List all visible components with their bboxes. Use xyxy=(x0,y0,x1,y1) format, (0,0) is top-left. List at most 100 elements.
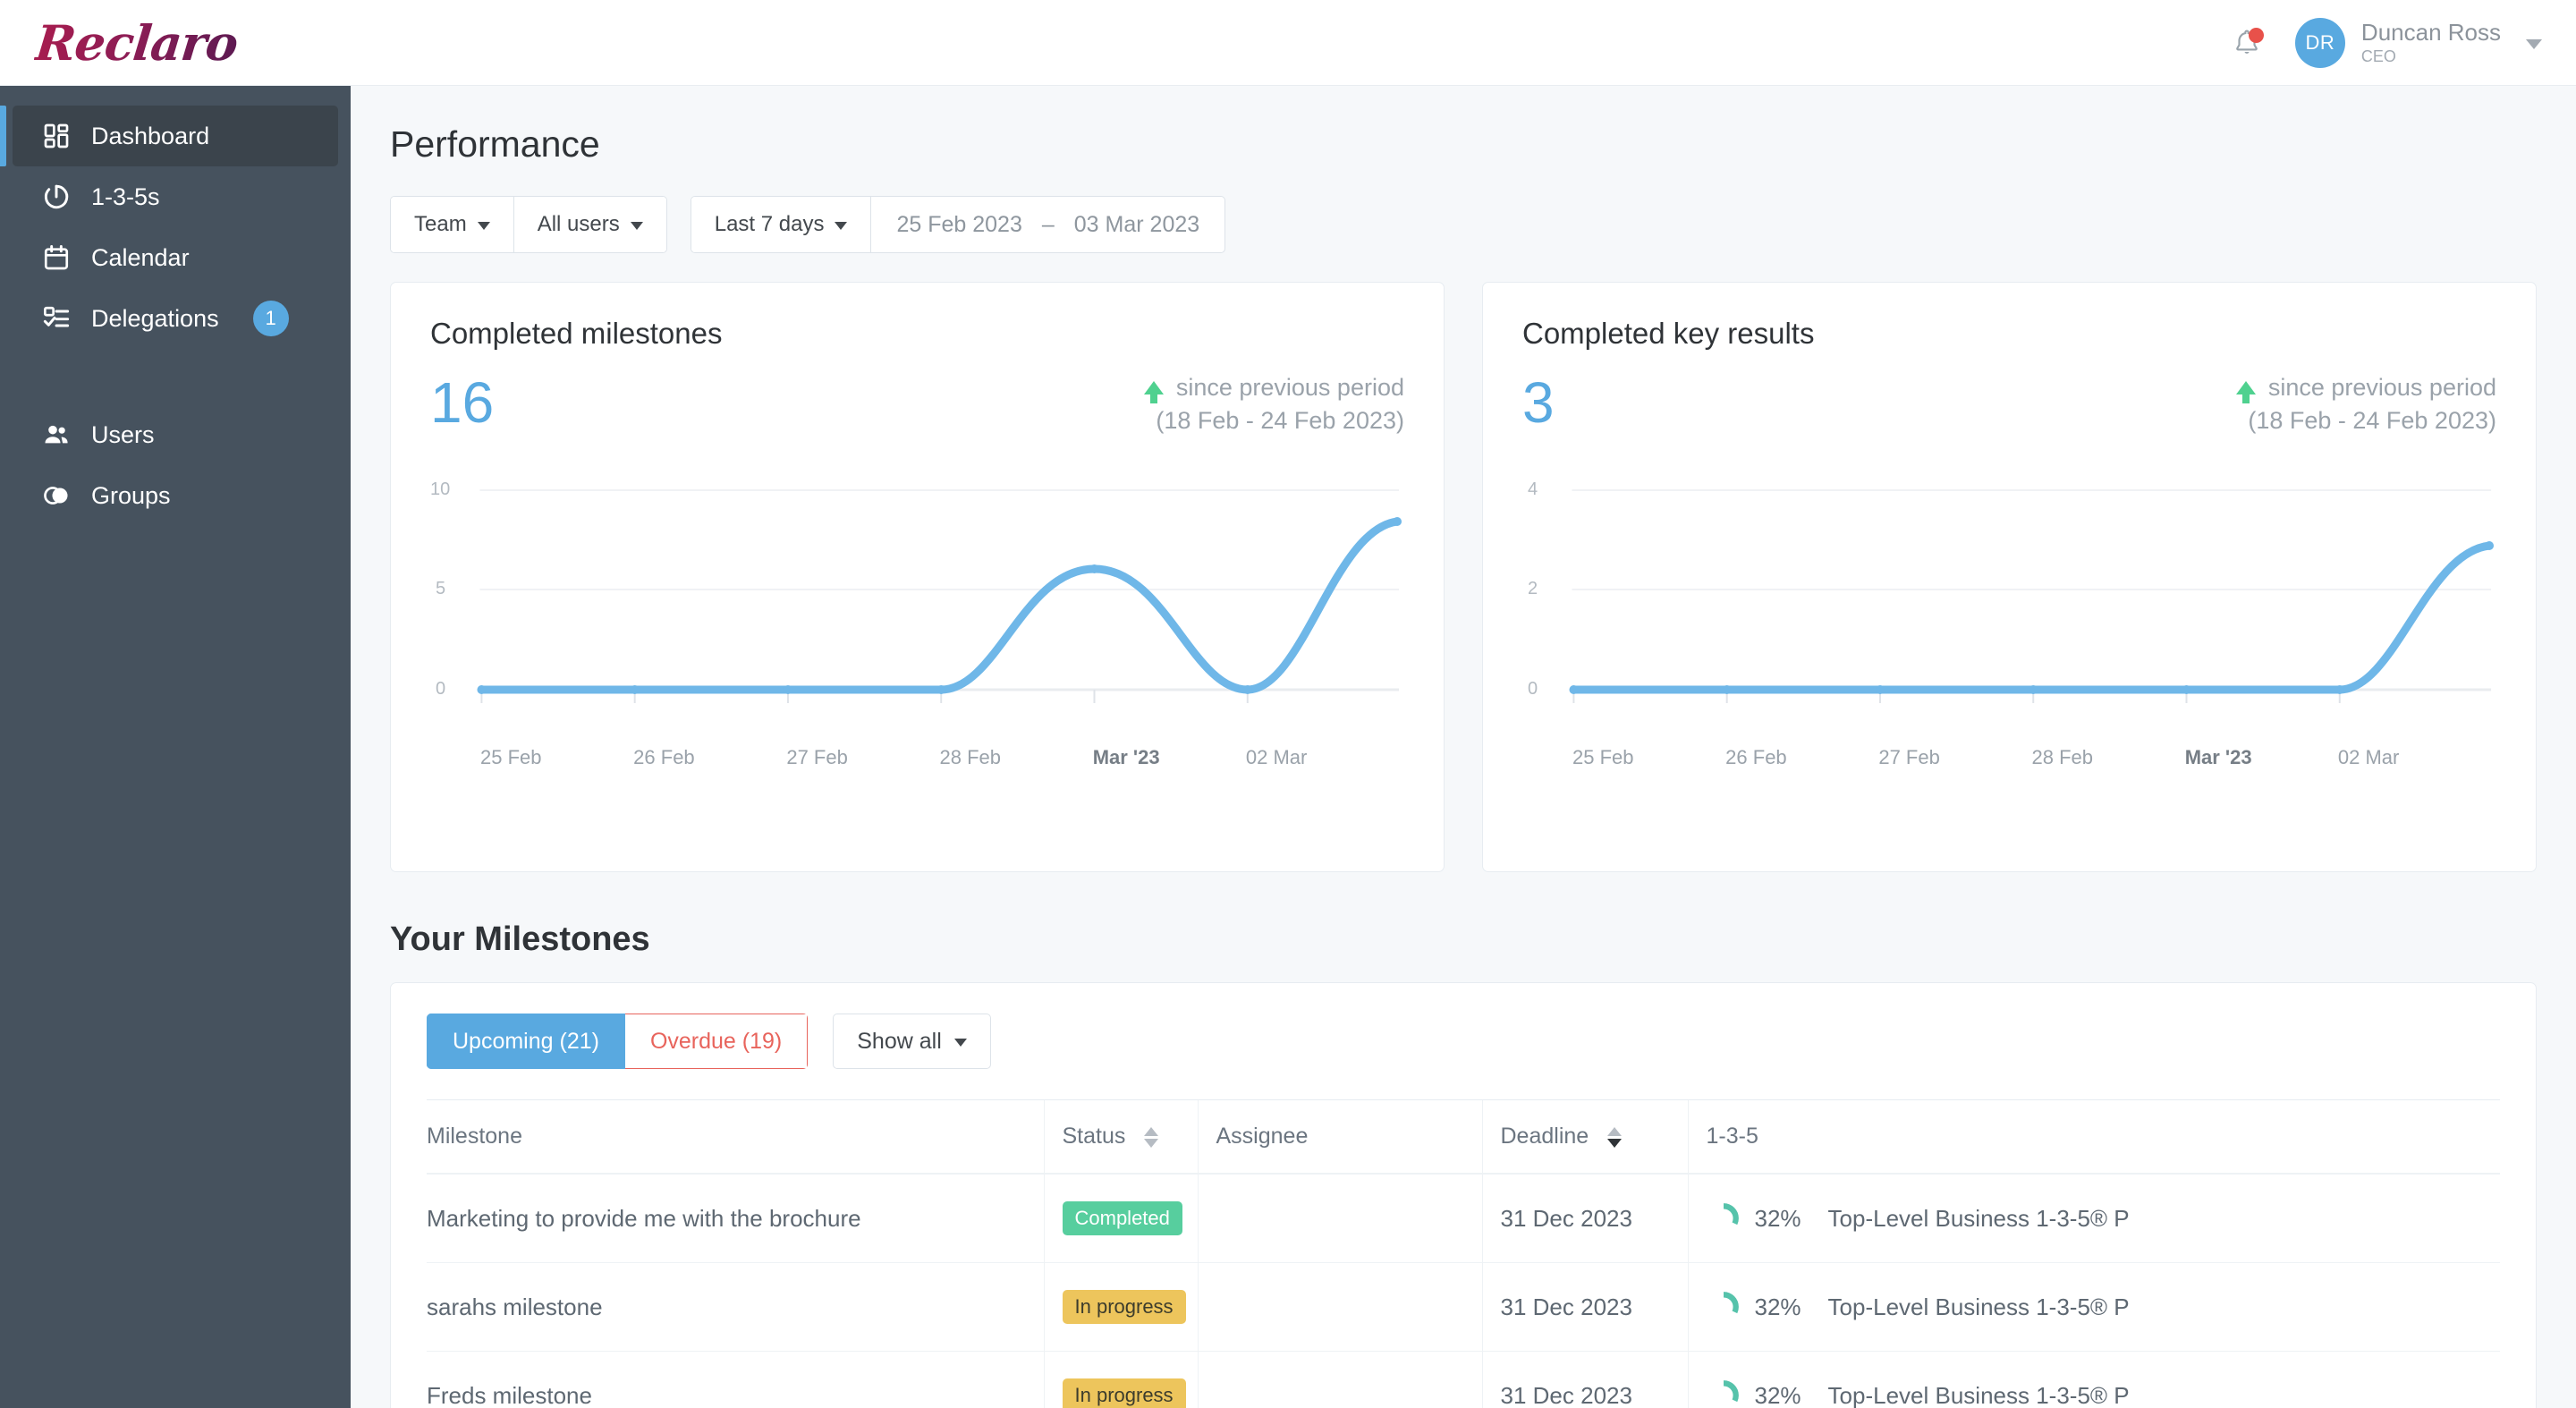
cell-assignee xyxy=(1197,1262,1482,1352)
sort-toggle-status[interactable] xyxy=(1144,1126,1159,1148)
cell-one35: 32% Top-Level Business 1-3-5® P xyxy=(1687,1262,2500,1352)
y-tick-label: 0 xyxy=(1528,679,1538,699)
progress-circle-icon xyxy=(41,182,72,212)
tab-upcoming[interactable]: Upcoming (21) xyxy=(427,1014,625,1069)
chevron-down-icon xyxy=(835,222,848,230)
user-menu[interactable]: DR Duncan Ross CEO xyxy=(2294,17,2542,68)
team-filter-button[interactable]: Team xyxy=(391,197,514,252)
filter-bar: Team All users Last 7 days 25 Feb 2023 –… xyxy=(390,196,2537,253)
header-right-cluster: DR Duncan Ross CEO xyxy=(2227,17,2576,68)
card-value: 3 xyxy=(1522,370,1555,435)
user-identity: Duncan Ross CEO xyxy=(2360,19,2501,65)
app-logo[interactable]: Reclaro xyxy=(33,14,241,72)
users-filter-button[interactable]: All users xyxy=(513,197,666,252)
chart-completed-milestones: 10 5 0 25 Feb 26 Feb 27 Feb 28 Feb Mar '… xyxy=(430,479,1404,805)
notification-dot xyxy=(2248,27,2264,43)
cell-milestone-name: Freds milestone xyxy=(427,1351,1044,1408)
x-tick-label: 26 Feb xyxy=(633,746,695,768)
cell-status: In progress xyxy=(1043,1262,1198,1352)
card-completed-milestones: Completed milestones 16 since previous p… xyxy=(390,282,1445,872)
sidebar-item-label: Dashboard xyxy=(91,122,210,149)
progress-percent: 32% xyxy=(1754,1204,1801,1232)
chevron-down-icon[interactable] xyxy=(2526,39,2542,49)
x-tick-label: 27 Feb xyxy=(1878,746,1940,768)
x-tick-label: Mar '23 xyxy=(2184,746,2252,768)
tab-overdue[interactable]: Overdue (19) xyxy=(624,1014,809,1069)
sidebar-item-label: Groups xyxy=(91,481,171,509)
trend-label: since previous period xyxy=(1175,374,1404,401)
section-title-milestones: Your Milestones xyxy=(390,920,650,958)
groups-icon xyxy=(41,480,72,511)
chart-plot-area xyxy=(1569,489,2495,703)
column-header-deadline[interactable]: Deadline xyxy=(1481,1099,1688,1175)
main-content: Performance Team All users Last 7 days 2… xyxy=(351,86,2576,1408)
kpi-card-row: Completed milestones 16 since previous p… xyxy=(390,282,2537,872)
date-filter-group: Last 7 days 25 Feb 2023 – 03 Mar 2023 xyxy=(690,196,1226,253)
table-row[interactable]: Freds milestone In progress 31 Dec 2023 … xyxy=(427,1351,2500,1408)
page-title: Performance xyxy=(390,123,600,165)
trend-period: (18 Feb - 24 Feb 2023) xyxy=(1156,407,1404,434)
x-tick-label: 02 Mar xyxy=(2337,746,2400,768)
milestones-table: Milestone Status Assignee Deadline 1-3-5… xyxy=(427,1099,2500,1408)
chart-completed-key-results: 4 2 0 25 Feb 26 Feb 27 Feb 28 Feb Mar '2… xyxy=(1522,479,2496,805)
progress-percent: 32% xyxy=(1754,1381,1801,1408)
cell-deadline: 31 Dec 2023 xyxy=(1481,1351,1688,1408)
sidebar-divider-space xyxy=(0,349,351,404)
avatar: DR xyxy=(2294,17,2345,68)
date-to: 03 Mar 2023 xyxy=(1073,211,1200,237)
column-label: Status xyxy=(1062,1124,1126,1149)
trend-up-arrow-icon xyxy=(2235,381,2256,403)
cell-one35: 32% Top-Level Business 1-3-5® P xyxy=(1687,1351,2500,1408)
sidebar-item-delegations[interactable]: Delegations 1 xyxy=(13,288,338,349)
y-tick-label: 2 xyxy=(1528,579,1538,598)
progress-percent: 32% xyxy=(1754,1293,1801,1320)
logo-area[interactable]: Reclaro xyxy=(0,0,351,86)
cell-one35: 32% Top-Level Business 1-3-5® P xyxy=(1687,1174,2500,1263)
date-range-display[interactable]: 25 Feb 2023 – 03 Mar 2023 xyxy=(871,197,1224,252)
date-separator: – xyxy=(1041,211,1055,237)
card-metric-row: 16 since previous period (18 Feb - 24 Fe… xyxy=(430,374,1404,435)
card-title: Completed key results xyxy=(1522,317,1815,350)
cell-assignee xyxy=(1197,1174,1482,1263)
card-value: 16 xyxy=(430,370,495,435)
user-role: CEO xyxy=(2360,47,2396,65)
chevron-down-icon xyxy=(630,222,643,230)
notifications-button[interactable] xyxy=(2227,23,2267,63)
status-badge: In progress xyxy=(1062,1290,1186,1324)
progress-donut-icon xyxy=(1707,1380,1739,1408)
x-tick-label: 28 Feb xyxy=(2031,746,2094,768)
dashboard-grid-icon xyxy=(41,121,72,151)
card-trend: since previous period (18 Feb - 24 Feb 2… xyxy=(2235,374,2496,435)
sidebar-item-groups[interactable]: Groups xyxy=(13,465,338,526)
chevron-down-icon xyxy=(953,1039,967,1047)
users-icon xyxy=(41,420,72,450)
sidebar-item-dashboard[interactable]: Dashboard xyxy=(0,106,338,166)
sidebar-item-label: 1-3-5s xyxy=(91,182,160,210)
column-header-milestone: Milestone xyxy=(427,1099,1044,1175)
sidebar-item-users[interactable]: Users xyxy=(13,404,338,465)
table-row[interactable]: sarahs milestone In progress 31 Dec 2023… xyxy=(427,1262,2500,1352)
sidebar-item-label: Delegations xyxy=(91,304,219,332)
x-tick-label: Mar '23 xyxy=(1092,746,1160,768)
plan-name: Top-Level Business 1-3-5® P xyxy=(1827,1381,2130,1408)
trend-up-arrow-icon xyxy=(1143,381,1164,403)
checklist-icon xyxy=(41,303,72,334)
milestones-tab-bar: Upcoming (21) Overdue (19) Show all xyxy=(427,1014,2500,1069)
show-all-dropdown[interactable]: Show all xyxy=(833,1014,991,1069)
sort-toggle-deadline[interactable] xyxy=(1607,1126,1623,1148)
plan-name: Top-Level Business 1-3-5® P xyxy=(1827,1293,2130,1320)
milestones-panel: Upcoming (21) Overdue (19) Show all Mile… xyxy=(390,982,2537,1408)
column-header-status[interactable]: Status xyxy=(1043,1099,1198,1175)
sidebar-item-calendar[interactable]: Calendar xyxy=(13,227,338,288)
x-tick-label: 26 Feb xyxy=(1725,746,1787,768)
sidebar-item-135s[interactable]: 1-3-5s xyxy=(13,166,338,227)
x-tick-label: 25 Feb xyxy=(1572,746,1634,768)
calendar-icon xyxy=(41,242,72,273)
column-header-assignee: Assignee xyxy=(1197,1099,1482,1175)
table-row[interactable]: Marketing to provide me with the brochur… xyxy=(427,1174,2500,1263)
y-tick-label: 10 xyxy=(430,479,451,499)
sidebar: Dashboard 1-3-5s Calendar Delegations 1 … xyxy=(0,86,351,1408)
cell-deadline: 31 Dec 2023 xyxy=(1481,1262,1688,1352)
delegations-badge: 1 xyxy=(252,301,289,336)
period-filter-button[interactable]: Last 7 days xyxy=(691,197,872,252)
